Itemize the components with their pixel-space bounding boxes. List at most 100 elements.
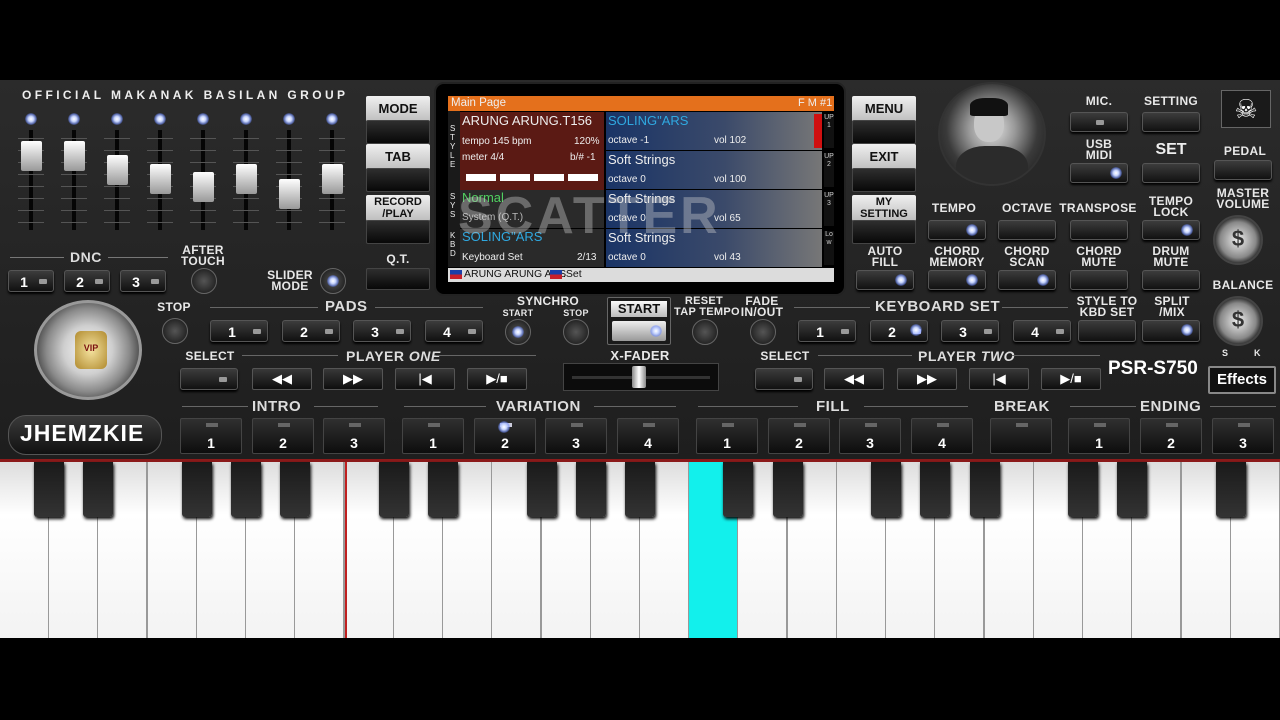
player-one-rewind-button[interactable]: ◀◀ <box>252 368 312 390</box>
channel-slider-5[interactable] <box>188 130 218 230</box>
exit-button[interactable]: EXIT <box>852 144 916 170</box>
black-key[interactable] <box>182 462 212 517</box>
set-button[interactable] <box>1142 163 1200 183</box>
black-key[interactable] <box>231 462 261 517</box>
kbd-set-button-3[interactable]: 3 <box>941 320 999 342</box>
mode-slot[interactable] <box>366 120 430 144</box>
ending-button-1[interactable]: 1 <box>1068 418 1130 454</box>
dnc-button-1[interactable]: 1 <box>8 270 54 292</box>
black-key[interactable] <box>527 462 557 517</box>
channel-slider-8[interactable] <box>317 130 347 230</box>
player-one-forward-button[interactable]: ▶▶ <box>323 368 383 390</box>
master-volume-knob[interactable]: $ <box>1213 215 1263 265</box>
mic-button[interactable] <box>1070 112 1128 132</box>
record-play-slot[interactable] <box>366 220 430 244</box>
exit-slot[interactable] <box>852 168 916 192</box>
player-two-rewind-button[interactable]: ◀◀ <box>824 368 884 390</box>
black-key[interactable] <box>773 462 803 517</box>
x-fader-handle[interactable] <box>632 366 646 388</box>
synchro-stop-knob[interactable] <box>563 319 589 345</box>
voice-volume: vol 100 <box>714 174 747 185</box>
pad-button-1[interactable]: 1 <box>210 320 268 342</box>
ending-button-2[interactable]: 2 <box>1140 418 1202 454</box>
kbd-set-button-1[interactable]: 1 <box>798 320 856 342</box>
dnc-button-3[interactable]: 3 <box>120 270 166 292</box>
black-key[interactable] <box>379 462 409 517</box>
x-fader[interactable] <box>563 363 719 391</box>
reset-knob[interactable] <box>692 319 718 345</box>
black-key[interactable] <box>428 462 458 517</box>
channel-slider-4[interactable] <box>145 130 175 230</box>
channel-slider-6[interactable] <box>231 130 261 230</box>
player-one-playstop-button[interactable]: ▶/■ <box>467 368 527 390</box>
intro-button-2[interactable]: 2 <box>252 418 314 454</box>
fade-knob[interactable] <box>750 319 776 345</box>
fill-button-2[interactable]: 2 <box>768 418 830 454</box>
effects-button[interactable]: Effects <box>1208 366 1276 394</box>
menu-button[interactable]: MENU <box>852 96 916 122</box>
voice-part-2[interactable]: Soft Strings octave 0 vol 100 <box>606 151 822 189</box>
black-key[interactable] <box>576 462 606 517</box>
start-button[interactable]: START <box>607 297 671 345</box>
chord-mute-button[interactable] <box>1070 270 1128 290</box>
after-touch-knob[interactable] <box>191 268 217 294</box>
dnc-button-2[interactable]: 2 <box>64 270 110 292</box>
channel-slider-7[interactable] <box>274 130 304 230</box>
my-setting-slot[interactable] <box>852 220 916 244</box>
black-key[interactable] <box>1117 462 1147 517</box>
intro-button-1[interactable]: 1 <box>180 418 242 454</box>
fill-button-3[interactable]: 3 <box>839 418 901 454</box>
fill-button-1[interactable]: 1 <box>696 418 758 454</box>
usb-midi-label: USB MIDI <box>1085 137 1113 162</box>
ending-button-3[interactable]: 3 <box>1212 418 1274 454</box>
menu-slot[interactable] <box>852 120 916 144</box>
variation-button-3[interactable]: 3 <box>545 418 607 454</box>
kbd-set-button-4[interactable]: 4 <box>1013 320 1071 342</box>
black-key[interactable] <box>1216 462 1246 517</box>
black-key[interactable] <box>1068 462 1098 517</box>
black-key[interactable] <box>280 462 310 517</box>
style-to-kbd-button[interactable] <box>1078 320 1136 342</box>
black-key[interactable] <box>920 462 950 517</box>
player-one-select-button[interactable] <box>180 368 238 390</box>
pad-button-2[interactable]: 2 <box>282 320 340 342</box>
channel-slider-3[interactable] <box>102 130 132 230</box>
fill-button-4[interactable]: 4 <box>911 418 973 454</box>
player-two-forward-button[interactable]: ▶▶ <box>897 368 957 390</box>
drum-mute-button[interactable] <box>1142 270 1200 290</box>
synchro-stop-label: STOP <box>563 308 589 318</box>
player-two-prev-button[interactable]: |◀ <box>969 368 1029 390</box>
skull-flag-icon[interactable]: ☠ <box>1221 90 1271 128</box>
player-two-playstop-button[interactable]: ▶/■ <box>1041 368 1101 390</box>
transpose-button[interactable] <box>1070 220 1128 240</box>
black-key[interactable] <box>723 462 753 517</box>
qt-button[interactable] <box>366 268 430 290</box>
channel-slider-2[interactable] <box>59 130 89 230</box>
variation-button-1[interactable]: 1 <box>402 418 464 454</box>
pedal-button[interactable] <box>1214 160 1272 180</box>
record-play-button[interactable]: RECORD /PLAY <box>366 195 430 221</box>
intro-button-3[interactable]: 3 <box>323 418 385 454</box>
tab-slot[interactable] <box>366 168 430 192</box>
black-key[interactable] <box>625 462 655 517</box>
variation-button-4[interactable]: 4 <box>617 418 679 454</box>
black-key[interactable] <box>34 462 64 517</box>
my-setting-button[interactable]: MY SETTING <box>852 195 916 221</box>
tab-button[interactable]: TAB <box>366 144 430 170</box>
pads-stop-knob[interactable] <box>162 318 188 344</box>
balance-knob[interactable]: $ <box>1213 296 1263 346</box>
channel-slider-1[interactable] <box>16 130 46 230</box>
voice-part-1[interactable]: SOLING"ARS octave -1 vol 102 <box>606 112 822 150</box>
player-two-select-button[interactable] <box>755 368 813 390</box>
pad-button-4[interactable]: 4 <box>425 320 483 342</box>
meter-value: meter 4/4 <box>462 152 505 163</box>
break-button[interactable] <box>990 418 1052 454</box>
black-key[interactable] <box>871 462 901 517</box>
black-key[interactable] <box>970 462 1000 517</box>
black-key[interactable] <box>83 462 113 517</box>
setting-button[interactable] <box>1142 112 1200 132</box>
player-one-prev-button[interactable]: |◀ <box>395 368 455 390</box>
octave-button[interactable] <box>998 220 1056 240</box>
pad-button-3[interactable]: 3 <box>353 320 411 342</box>
mode-button[interactable]: MODE <box>366 96 430 122</box>
